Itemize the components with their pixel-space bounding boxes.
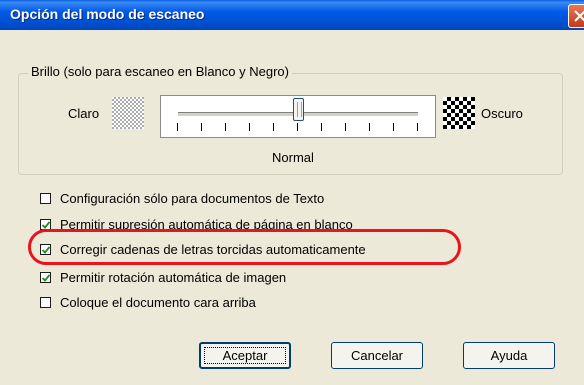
help-button[interactable]: Ayuda — [463, 342, 555, 369]
brightness-group-label: Brillo (solo para escaneo en Blanco y Ne… — [28, 64, 292, 79]
light-label: Claro — [68, 106, 100, 121]
slider-tick — [201, 123, 202, 131]
slider-tick — [417, 123, 418, 131]
close-icon — [574, 10, 584, 22]
slider-tick — [297, 123, 298, 131]
title-bar[interactable]: Opción del modo de escaneo — [0, 0, 584, 30]
window-title: Opción del modo de escaneo — [10, 6, 205, 22]
slider-tick — [345, 123, 346, 131]
close-button[interactable] — [568, 4, 584, 28]
dark-label: Oscuro — [481, 106, 523, 121]
option-label: Configuración sólo para documentos de Te… — [60, 191, 325, 206]
checkbox[interactable] — [40, 272, 51, 283]
accept-button[interactable]: Aceptar — [199, 342, 291, 369]
slider-tick — [273, 123, 274, 131]
focus-ring — [204, 347, 286, 364]
slider-tick — [393, 123, 394, 131]
scan-mode-dialog: Opción del modo de escaneo Brillo (solo … — [0, 0, 584, 385]
dark-pattern-icon — [443, 97, 475, 129]
cancel-button-label: Cancelar — [350, 348, 404, 363]
help-button-label: Ayuda — [490, 348, 528, 363]
slider-tick — [321, 123, 322, 131]
cancel-button[interactable]: Cancelar — [331, 342, 423, 369]
slider-thumb[interactable] — [293, 98, 304, 121]
option-label: Coloque el documento cara arriba — [60, 295, 256, 310]
slider-tick — [225, 123, 226, 131]
check-icon — [42, 221, 50, 229]
light-pattern-icon — [112, 97, 144, 129]
option-label: Permitir rotación automática de imagen — [60, 270, 287, 285]
normal-label: Normal — [272, 150, 314, 165]
slider-tick — [369, 123, 370, 131]
checkbox[interactable] — [40, 297, 51, 308]
highlight-annotation — [28, 229, 461, 265]
slider-tick — [177, 123, 178, 131]
check-icon — [42, 274, 50, 282]
slider-tick — [249, 123, 250, 131]
checkbox[interactable] — [40, 193, 51, 204]
